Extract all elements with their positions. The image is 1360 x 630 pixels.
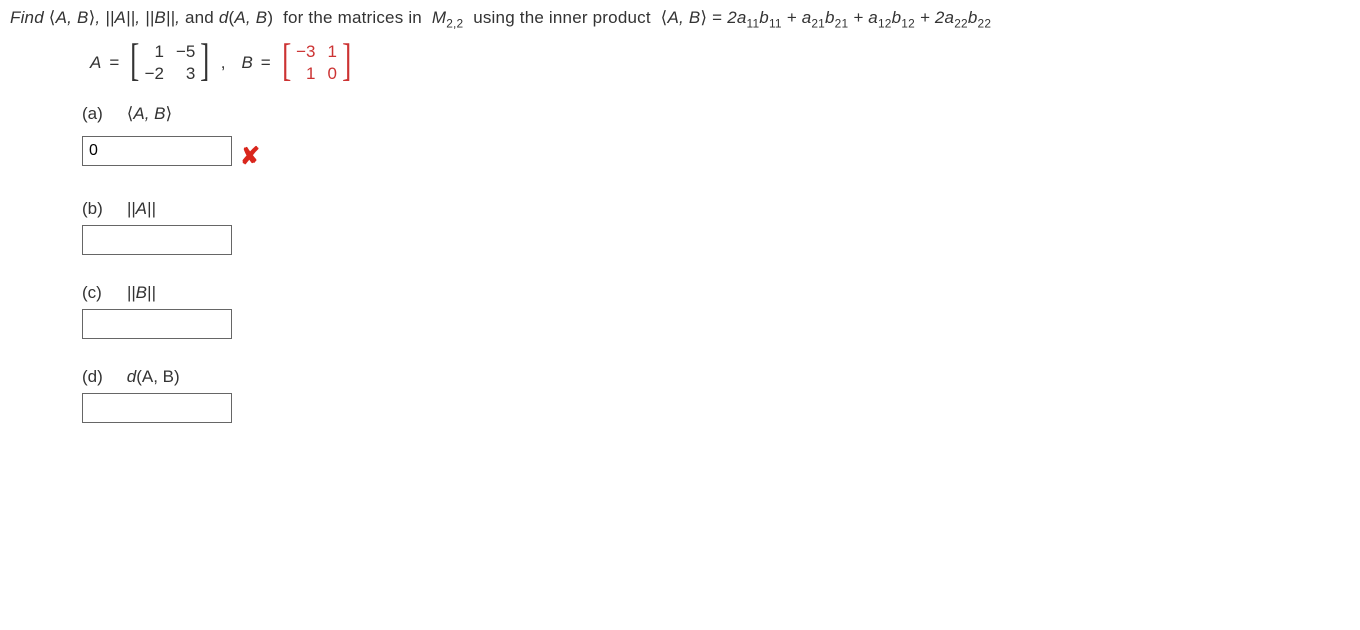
- answer-input-a[interactable]: [82, 136, 232, 166]
- matrix-B: [ −3 1 1 0 ]: [279, 40, 355, 86]
- bracket-right-icon: ]: [200, 40, 209, 86]
- answer-input-c[interactable]: [82, 309, 232, 339]
- part-d: (d) d(A, B): [82, 367, 1350, 423]
- part-c-label: (c): [82, 283, 122, 303]
- answer-input-b[interactable]: [82, 225, 232, 255]
- part-d-label: (d): [82, 367, 122, 387]
- incorrect-icon: ✘: [240, 142, 260, 171]
- bracket-left-icon: [: [282, 40, 291, 86]
- part-b: (b) ||A||: [82, 199, 1350, 255]
- equals: =: [261, 53, 271, 73]
- part-b-label: (b): [82, 199, 122, 219]
- bracket-left-icon: [: [130, 40, 139, 86]
- part-a-label: (a): [82, 104, 122, 124]
- problem-statement: Find ⟨A, B⟩, ||A||, ||B||, and d(A, B) f…: [10, 8, 1350, 30]
- part-b-expr: ||A||: [127, 199, 156, 218]
- matrix-A: [ 1 −5 −2 3 ]: [127, 40, 212, 86]
- intro-1: Find ⟨A, B⟩, ||A||, ||B||, and d(A, B) f…: [10, 8, 446, 27]
- part-c: (c) ||B||: [82, 283, 1350, 339]
- intro-2: using the inner product ⟨A, B⟩ = 2a: [468, 8, 746, 27]
- parts: (a) ⟨A, B⟩ ✘ (b) ||A|| (c) ||B|| (d) d(A…: [82, 104, 1350, 423]
- matrix-A-label: A: [90, 53, 101, 73]
- bracket-right-icon: ]: [342, 40, 351, 86]
- equals: =: [109, 53, 119, 73]
- space-sub: 2,2: [446, 16, 463, 30]
- part-d-expr: d(A, B): [127, 367, 180, 386]
- part-a: (a) ⟨A, B⟩ ✘: [82, 104, 1350, 171]
- matrices-row: A = [ 1 −5 −2 3 ] , B = [ −3 1 1 0 ]: [90, 40, 1350, 86]
- matrix-B-label: B: [241, 53, 252, 73]
- part-c-expr: ||B||: [127, 283, 156, 302]
- comma: ,: [221, 53, 226, 73]
- part-a-expr: ⟨A, B⟩: [127, 104, 172, 123]
- answer-input-d[interactable]: [82, 393, 232, 423]
